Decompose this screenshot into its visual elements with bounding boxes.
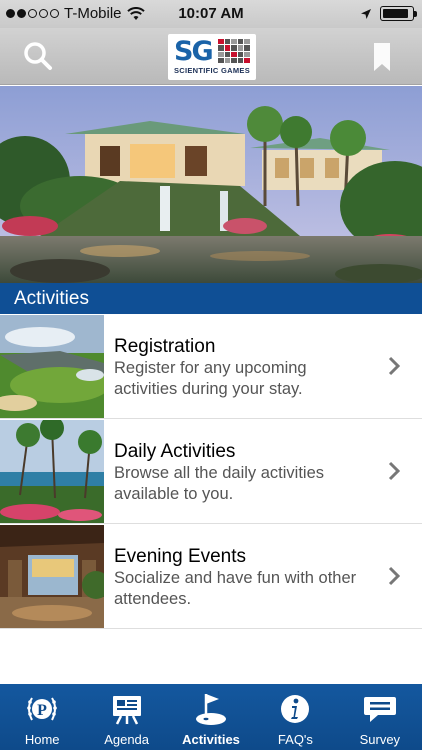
search-icon[interactable] [22, 40, 54, 72]
status-time: 10:07 AM [178, 5, 244, 22]
tab-label: Activities [182, 732, 240, 747]
item-description: Socialize and have fun with other attend… [114, 569, 357, 608]
chevron-right-icon [388, 461, 400, 481]
battery-icon [380, 6, 417, 21]
logo-subtitle: SCIENTIFIC GAMES [173, 66, 251, 75]
tab-label: Survey [359, 732, 401, 747]
tab-label: Agenda [104, 732, 150, 747]
item-description: Register for any upcoming activities dur… [114, 359, 307, 398]
tab-home[interactable]: P Home [0, 684, 84, 750]
item-title: Daily Activities [114, 441, 236, 462]
battery-level [383, 9, 409, 18]
status-bar: T-Mobile 10:07 AM [0, 0, 422, 28]
location-arrow-icon [361, 8, 371, 19]
golf-course-image [0, 315, 104, 418]
item-description: Browse all the daily activities availabl… [114, 464, 325, 503]
bookmark-icon[interactable] [372, 42, 392, 72]
logo-mark: SG [174, 36, 214, 67]
resort-lounge-image [0, 525, 104, 628]
chevron-right-icon [388, 566, 400, 586]
item-title: Registration [114, 336, 216, 357]
logo-grid-icon [218, 39, 250, 63]
tab-label: Home [24, 732, 60, 747]
section-title: Activities [0, 283, 422, 314]
svg-text:P: P [37, 702, 47, 719]
chevron-right-icon [388, 356, 400, 376]
tab-agenda[interactable]: Agenda [84, 684, 168, 750]
tab-activities[interactable]: Activities [169, 684, 253, 750]
easel-icon [112, 696, 141, 725]
resort-hero-image [0, 86, 422, 283]
list-item-registration[interactable]: Registration Register for any upcoming a… [0, 314, 422, 419]
tab-survey[interactable]: Survey [338, 684, 422, 750]
status-right [360, 6, 417, 21]
speech-bubble-icon [363, 697, 396, 722]
scientific-games-logo: SG SCIENTIFIC GAMES [168, 34, 256, 80]
tab-faqs[interactable]: FAQ's [253, 684, 337, 750]
activities-list: Registration Register for any upcoming a… [0, 314, 422, 629]
golf-flag-icon [196, 694, 227, 725]
list-item-evening-events[interactable]: Evening Events Socialize and have fun wi… [0, 524, 422, 629]
app-header: SG SCIENTIFIC GAMES [0, 28, 422, 85]
laurel-p-icon: P [27, 697, 58, 721]
beach-palms-image [0, 420, 104, 523]
tab-label: FAQ's [277, 732, 313, 747]
info-icon [281, 695, 310, 723]
list-item-daily-activities[interactable]: Daily Activities Browse all the daily ac… [0, 419, 422, 524]
item-title: Evening Events [114, 546, 247, 567]
tab-bar: P Home Agenda Activities FAQ's Survey [0, 684, 422, 750]
